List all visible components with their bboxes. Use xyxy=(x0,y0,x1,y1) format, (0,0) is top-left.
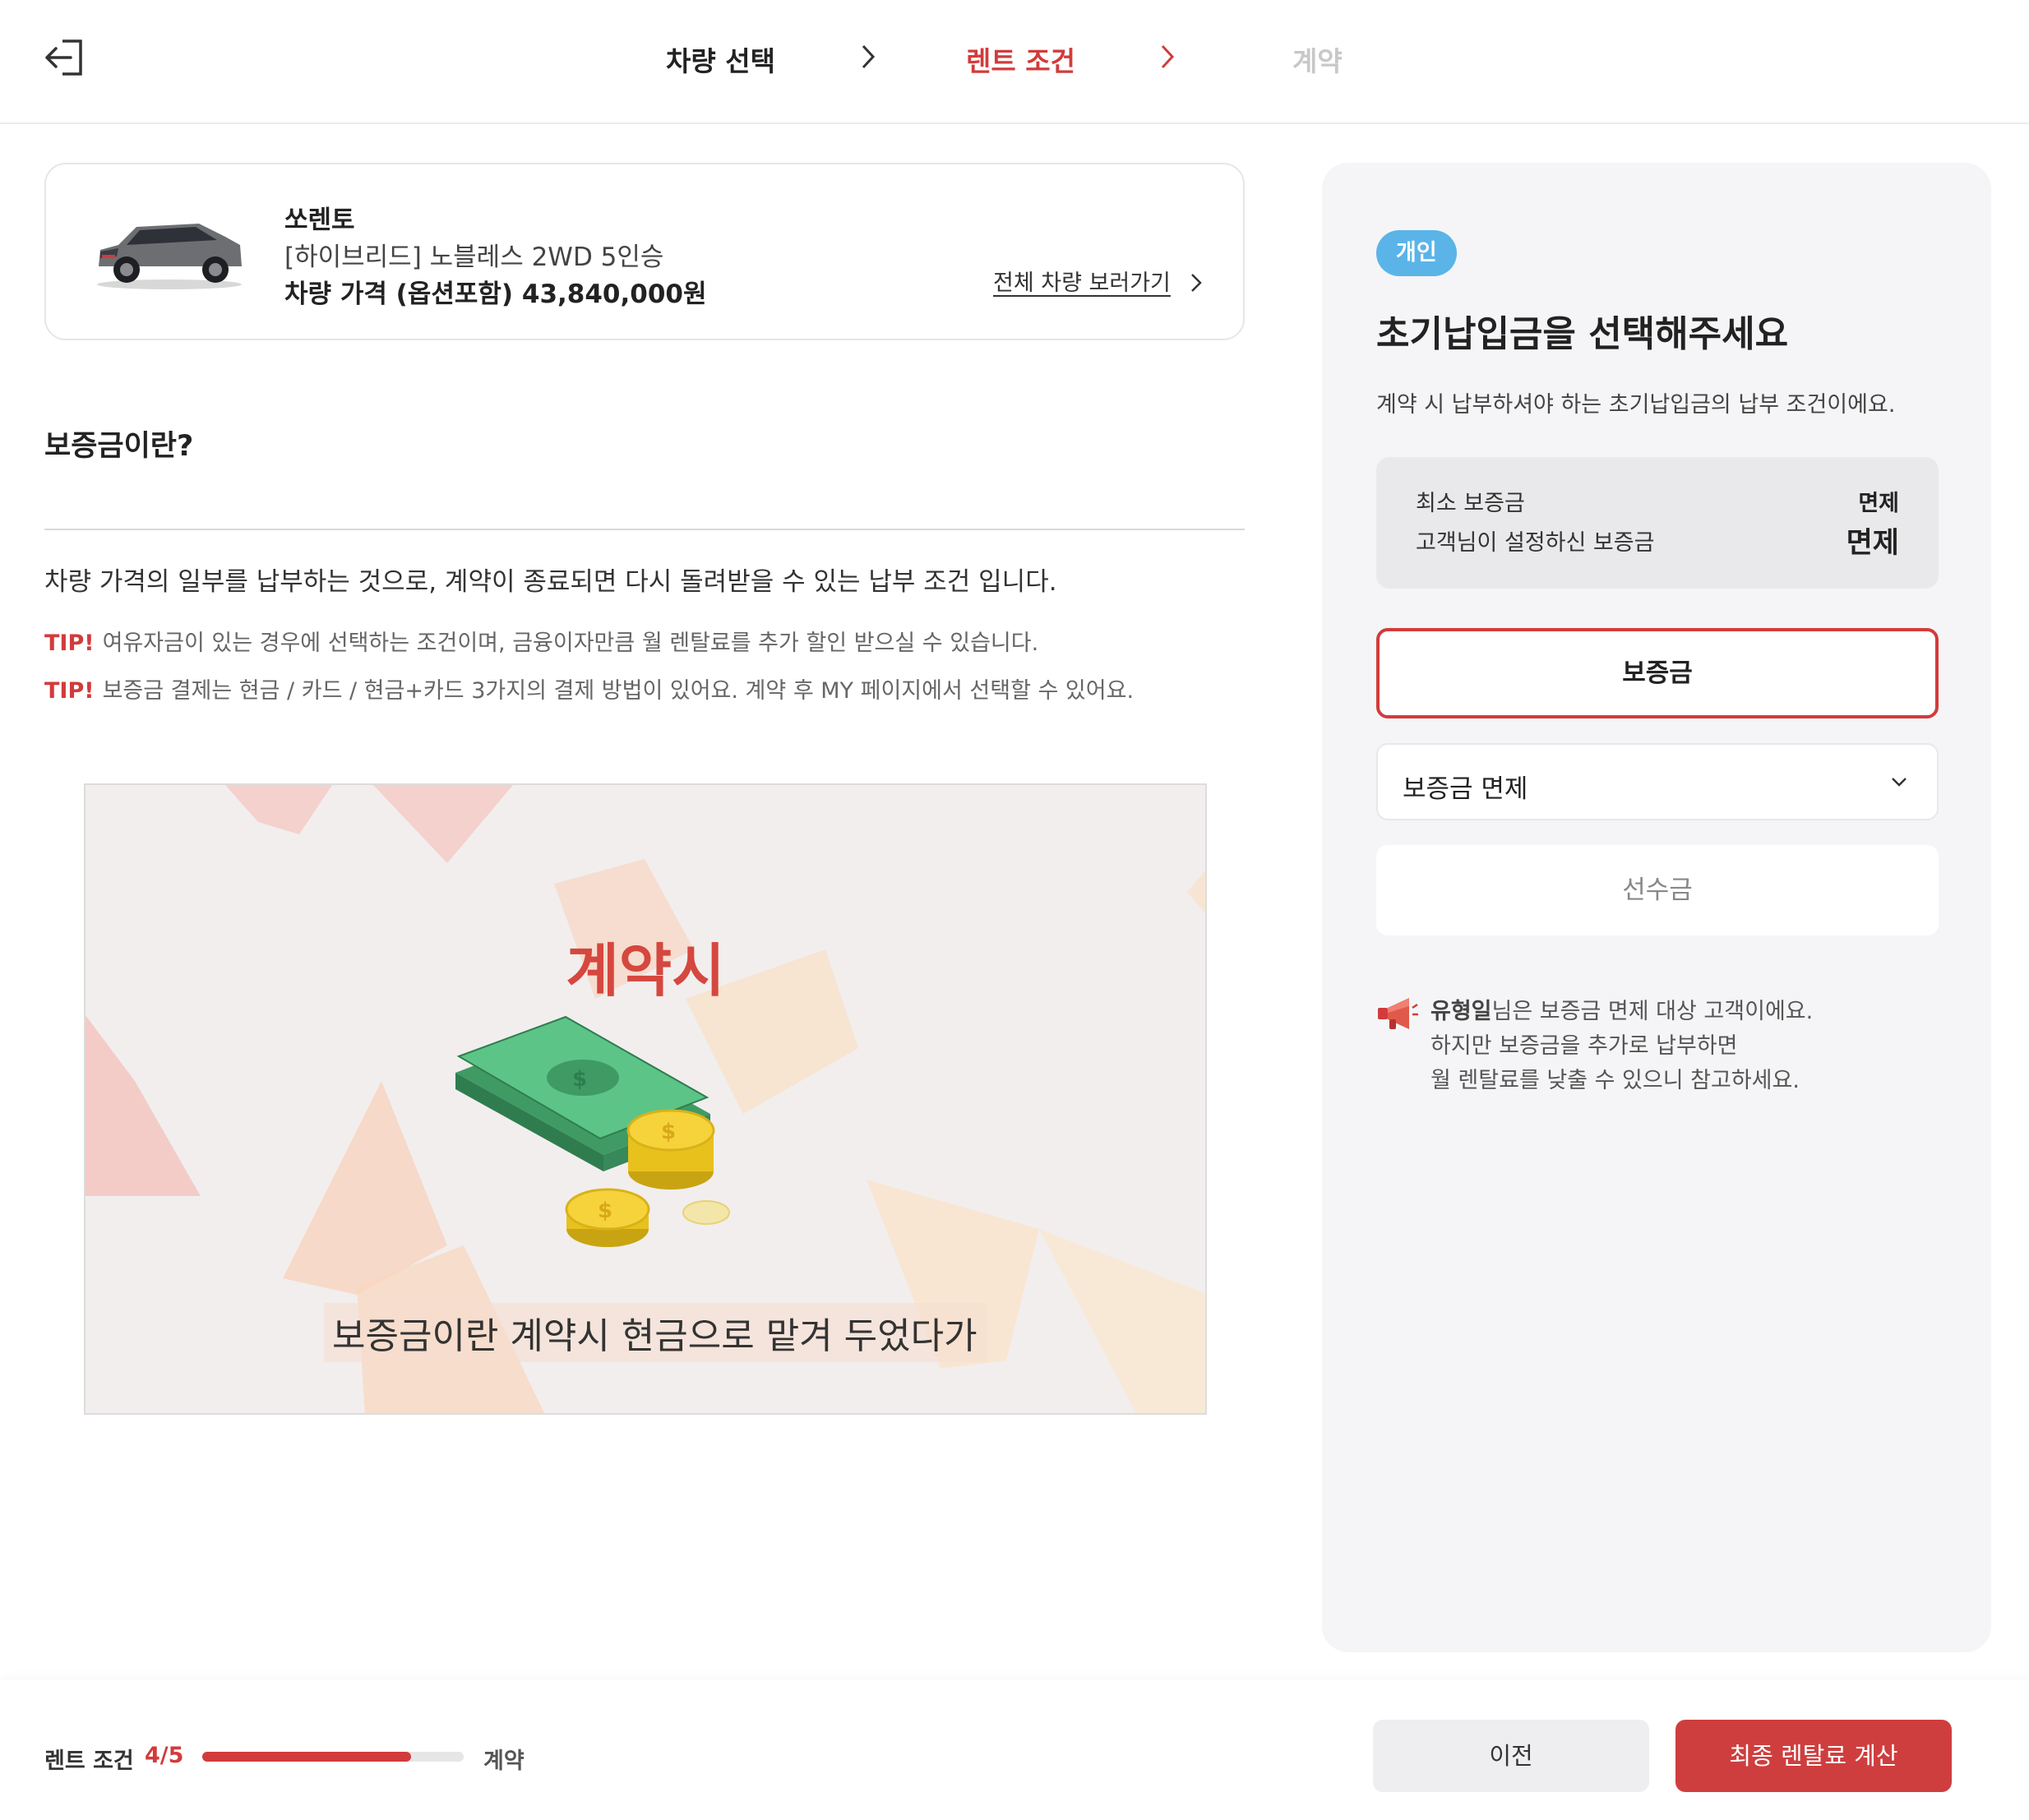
previous-button[interactable]: 이전 xyxy=(1373,1720,1649,1792)
video-caption: 보증금이란 계약시 현금으로 맡겨 두었다가 xyxy=(324,1303,986,1362)
tip-label: TIP! xyxy=(44,631,95,656)
step-rent-conditions[interactable]: 렌트 조건 xyxy=(966,39,1075,79)
deposit-description: 차량 가격의 일부를 납부하는 것으로, 계약이 종료되면 다시 돌려받을 수 … xyxy=(44,567,1057,597)
notice-line-3: 월 렌탈료를 낮출 수 있으니 참고하세요. xyxy=(1430,1068,1800,1093)
deposit-select-value: 보증금 면제 xyxy=(1403,774,1528,804)
initial-payment-panel: 개인 초기납입금을 선택해주세요 계약 시 납부하셔야 하는 초기납입금의 납부… xyxy=(1322,163,1991,1652)
megaphone-icon xyxy=(1378,998,1418,1029)
tip-text: 여유자금이 있는 경우에 선택하는 조건이며, 금융이자만큼 월 렌탈료를 추가… xyxy=(102,631,1039,656)
user-deposit-value: 면제 xyxy=(1846,527,1899,560)
progress-next-step: 계약 xyxy=(483,1748,525,1774)
step-contract: 계약 xyxy=(1292,45,1343,77)
exit-icon[interactable] xyxy=(43,38,86,77)
tip-text: 보증금 결제는 현금 / 카드 / 현금+카드 3가지의 결제 방법이 있어요.… xyxy=(102,678,1135,704)
customer-name: 유형일 xyxy=(1430,999,1492,1024)
car-image xyxy=(97,224,242,289)
min-deposit-label: 최소 보증금 xyxy=(1416,491,1525,516)
svg-text:$: $ xyxy=(598,1199,612,1223)
progress-step-label: 렌트 조건 xyxy=(44,1748,134,1774)
svg-text:$: $ xyxy=(572,1067,587,1092)
progress-bar-fill xyxy=(202,1752,412,1762)
panel-subtitle: 계약 시 납부하셔야 하는 초기납입금의 납부 조건이에요. xyxy=(1376,392,1896,418)
chevron-right-icon[interactable] xyxy=(1189,271,1204,294)
video-title-text: 계약시 xyxy=(566,937,725,1005)
svg-text:$: $ xyxy=(661,1120,676,1144)
panel-title: 초기납입금을 선택해주세요 xyxy=(1376,313,1789,355)
car-name: 쏘렌토 xyxy=(284,206,355,235)
car-trim: [하이브리드] 노블레스 2WD 5인승 xyxy=(284,243,664,272)
deposit-summary-box: 최소 보증금 고객님이 설정하신 보증금 면제 면제 xyxy=(1376,457,1939,589)
car-price: 차량 가격 (옵션포함) 43,840,000원 xyxy=(284,279,707,309)
chevron-right-icon xyxy=(1161,44,1175,69)
notice-line-1: 님은 보증금 면제 대상 고객이에요. xyxy=(1491,999,1814,1024)
view-all-cars-link[interactable]: 전체 차량 보러가기 xyxy=(993,265,1171,297)
deposit-notice-text: 유형일님은 보증금 면제 대상 고객이에요. 하지만 보증금을 추가로 납부하면… xyxy=(1430,995,1813,1098)
deposit-info-title: 보증금이란? xyxy=(44,430,194,463)
deposit-option-button[interactable]: 보증금 xyxy=(1376,628,1939,718)
section-divider xyxy=(44,529,1245,530)
customer-type-badge: 개인 xyxy=(1376,230,1457,276)
min-deposit-value: 면제 xyxy=(1858,491,1899,516)
deposit-explainer-video[interactable]: $ $ $ 계약시 보증금이란 계약시 현금으로 맡겨 두었다가 xyxy=(84,783,1207,1415)
top-navigation: 차량 선택 렌트 조건 계약 xyxy=(0,0,2029,124)
advance-payment-option-button[interactable]: 선수금 xyxy=(1376,845,1939,935)
selected-car-card: 쏘렌토 [하이브리드] 노블레스 2WD 5인승 차량 가격 (옵션포함) 43… xyxy=(44,163,1245,340)
bottom-action-bar: 렌트 조건 4/5 계약 이전 최종 렌탈료 계산 xyxy=(0,1680,2029,1820)
deposit-amount-select[interactable]: 보증금 면제 xyxy=(1376,743,1939,820)
chevron-down-icon xyxy=(1892,778,1907,787)
tip-line: TIP! 보증금 결제는 현금 / 카드 / 현금+카드 3가지의 결제 방법이 … xyxy=(44,672,1134,704)
calculate-final-rent-button[interactable]: 최종 렌탈료 계산 xyxy=(1675,1720,1952,1792)
user-deposit-label: 고객님이 설정하신 보증금 xyxy=(1416,530,1655,556)
tip-label: TIP! xyxy=(44,678,95,704)
progress-step-count: 4/5 xyxy=(145,1743,184,1768)
chevron-right-icon xyxy=(862,44,876,69)
notice-line-2: 하지만 보증금을 추가로 납부하면 xyxy=(1430,1033,1738,1059)
progress-bar xyxy=(202,1752,464,1762)
step-vehicle-select[interactable]: 차량 선택 xyxy=(666,39,775,79)
tip-line: TIP! 여유자금이 있는 경우에 선택하는 조건이며, 금융이자만큼 월 렌탈료… xyxy=(44,625,1038,657)
